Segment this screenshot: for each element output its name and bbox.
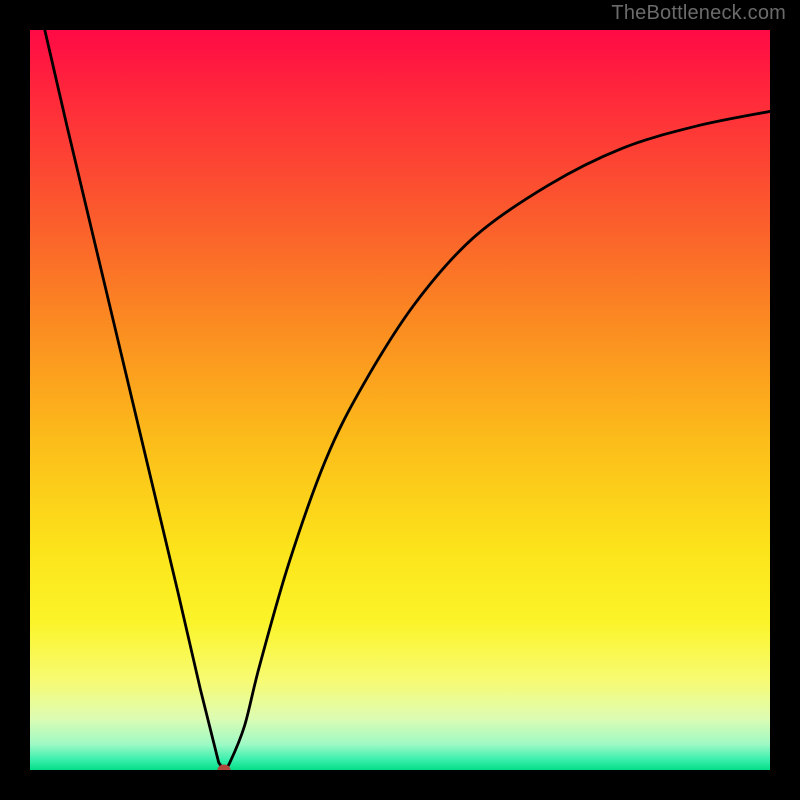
watermark-text: TheBottleneck.com xyxy=(611,2,786,25)
curve-layer xyxy=(30,30,770,770)
plot-area xyxy=(30,30,770,770)
bottleneck-curve xyxy=(45,30,770,770)
minimum-marker xyxy=(217,765,230,771)
chart-frame: TheBottleneck.com xyxy=(0,0,800,800)
